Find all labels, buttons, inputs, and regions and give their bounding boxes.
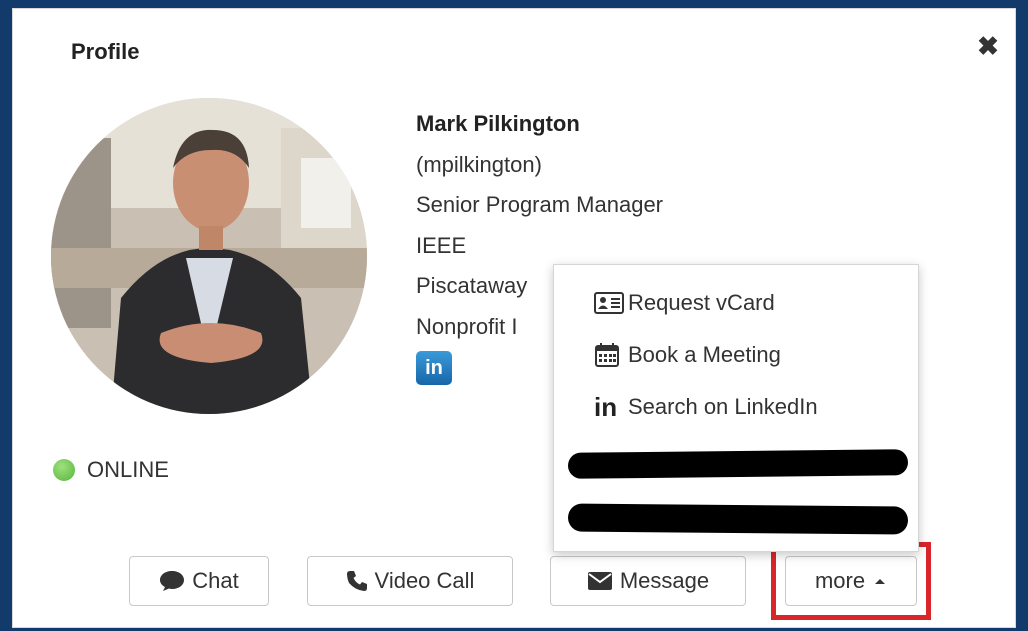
linkedin-icon: in — [594, 391, 618, 422]
profile-dialog: Profile ✖ Mark Pilkington (mpilkington) … — [12, 8, 1016, 628]
online-status: ONLINE — [53, 457, 169, 483]
menu-item-search-linkedin[interactable]: in Search on LinkedIn — [594, 389, 818, 425]
avatar — [51, 98, 367, 414]
profile-job-title: Senior Program Manager — [416, 192, 664, 217]
dialog-title: Profile — [71, 39, 140, 64]
chat-button[interactable]: Chat — [129, 556, 269, 606]
more-menu: Request vCard Book a Meeting in Search o… — [553, 264, 919, 552]
vcard-icon — [594, 288, 628, 318]
more-button-highlight — [771, 542, 931, 620]
linkedin-icon[interactable]: in — [416, 351, 452, 385]
redacted-menu-item[interactable] — [567, 449, 909, 479]
status-dot-icon — [53, 459, 75, 481]
envelope-icon — [587, 572, 612, 590]
menu-item-book-meeting[interactable]: Book a Meeting — [594, 337, 781, 373]
chat-button-label: Chat — [192, 568, 239, 593]
redacted-menu-item[interactable] — [567, 503, 909, 535]
menu-item-request-vcard[interactable]: Request vCard — [594, 285, 775, 321]
profile-organization: IEEE — [416, 232, 467, 258]
phone-icon — [346, 571, 367, 591]
video-call-button-label: Video Call — [374, 568, 475, 593]
message-button[interactable]: Message — [550, 556, 746, 606]
menu-item-label: Search on LinkedIn — [628, 394, 818, 419]
close-icon[interactable]: ✖ — [975, 31, 1001, 61]
video-call-button[interactable]: Video Call — [307, 556, 513, 606]
status-label: ONLINE — [87, 457, 169, 482]
profile-username: (mpilkington) — [416, 151, 542, 177]
calendar-icon — [594, 340, 628, 370]
menu-item-label: Book a Meeting — [628, 342, 781, 367]
profile-name: Mark Pilkington — [416, 111, 580, 136]
message-button-label: Message — [619, 568, 710, 593]
menu-item-label: Request vCard — [628, 290, 775, 315]
chat-bubble-icon — [160, 571, 185, 591]
avatar-photo — [51, 98, 367, 414]
